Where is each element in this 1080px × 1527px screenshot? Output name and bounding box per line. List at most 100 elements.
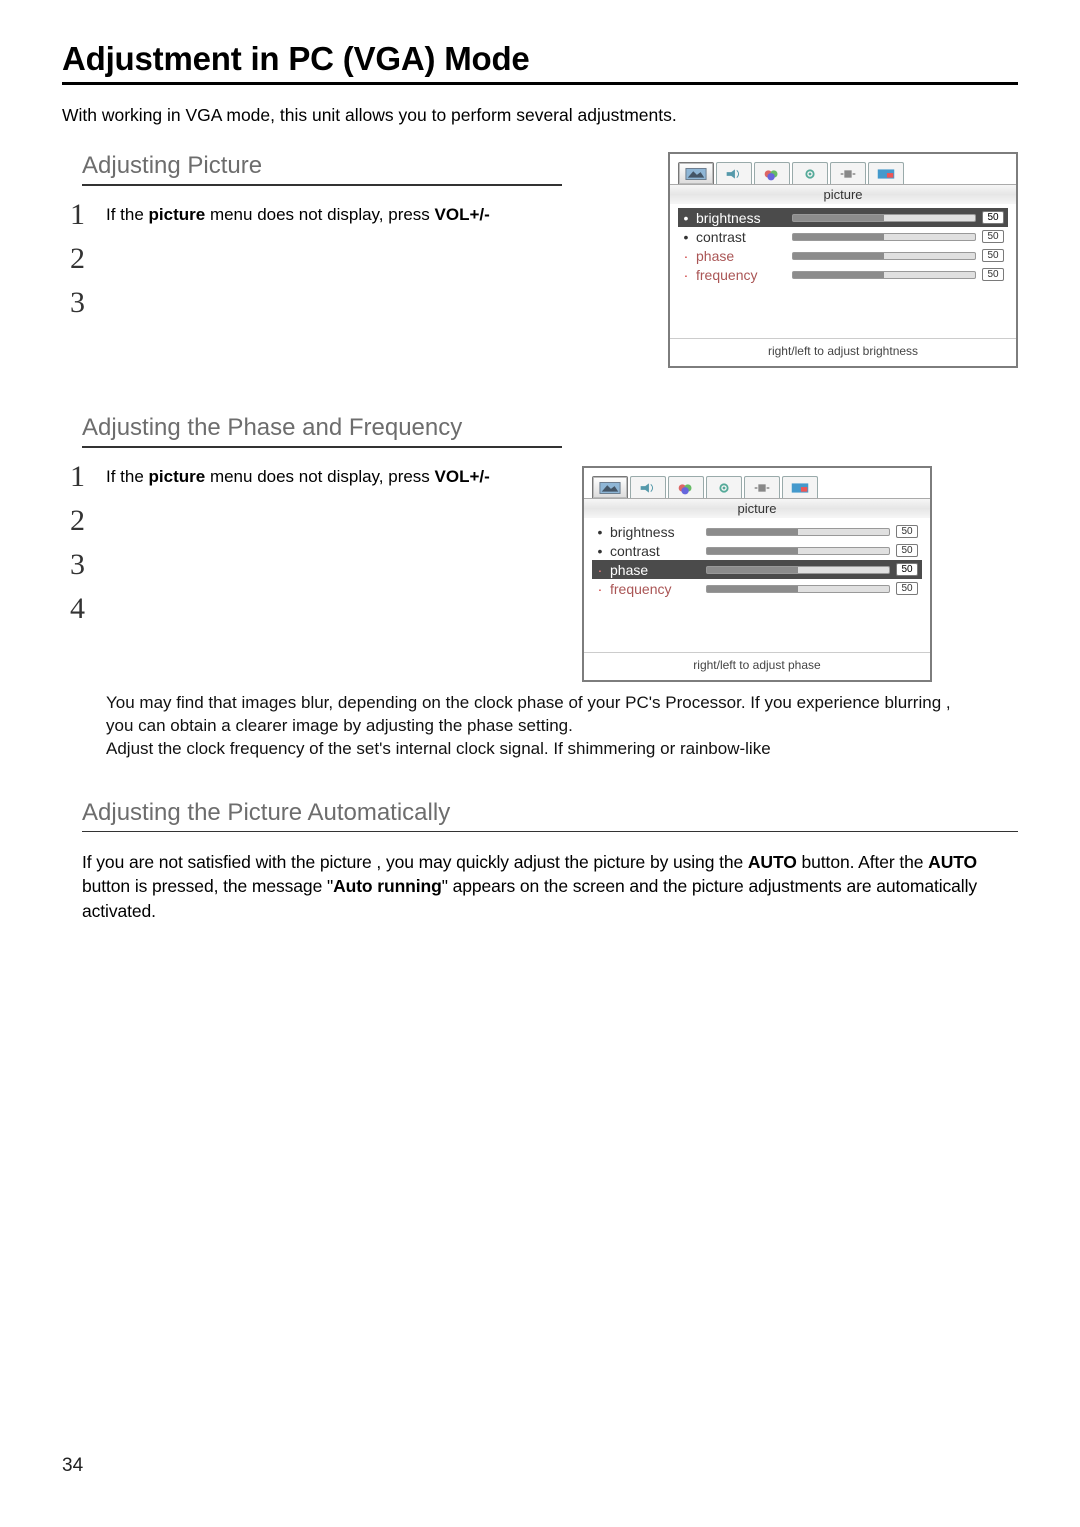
osd-row-frequency[interactable]: · frequency 50	[592, 579, 922, 598]
osd-tabbar	[584, 468, 930, 498]
step-1: 1 If the picture menu does not display, …	[62, 466, 552, 500]
osd-tabbar	[670, 154, 1016, 184]
step-number: 4	[70, 592, 85, 626]
step-2: 2	[62, 510, 552, 544]
section1-rule	[82, 184, 562, 186]
osd-hint: right/left to adjust phase	[584, 652, 930, 680]
bullet-icon: ·	[596, 581, 604, 597]
slider-bar[interactable]	[706, 585, 890, 593]
osd-row-brightness[interactable]: • brightness 50	[592, 522, 922, 541]
bullet-icon: ·	[682, 267, 690, 283]
row-label: contrast	[696, 229, 786, 245]
note-line-3: Adjust the clock frequency of the set's …	[106, 739, 771, 758]
bullet-icon: •	[596, 543, 604, 559]
step1-bold1: picture	[149, 205, 206, 224]
bullet-icon: •	[596, 524, 604, 540]
intro-text: With working in VGA mode, this unit allo…	[62, 105, 1018, 126]
row-label: frequency	[610, 581, 700, 597]
tab-picture-icon[interactable]	[678, 162, 714, 184]
tab-geometry-icon[interactable]	[744, 476, 780, 498]
slider-bar[interactable]	[706, 566, 890, 574]
row-label: phase	[696, 248, 786, 264]
osd-rows: • brightness 50 • contrast 50 · phase 50	[584, 518, 930, 652]
osd-panel-1: picture • brightness 50 • contrast 50 · …	[668, 152, 1018, 368]
step-number: 3	[70, 548, 85, 582]
slider-bar[interactable]	[706, 528, 890, 536]
tab-pip-icon[interactable]	[782, 476, 818, 498]
row-label: contrast	[610, 543, 700, 559]
osd-row-contrast[interactable]: • contrast 50	[592, 541, 922, 560]
slider-bar[interactable]	[792, 271, 976, 279]
value-box: 50	[896, 563, 918, 576]
auto-b2: AUTO	[928, 852, 977, 872]
page-title: Adjustment in PC (VGA) Mode	[62, 40, 1018, 78]
section-auto: Adjusting the Picture Automatically If y…	[62, 799, 1018, 924]
osd-row-brightness[interactable]: • brightness 50	[678, 208, 1008, 227]
step-number: 2	[70, 504, 85, 538]
slider-bar[interactable]	[792, 233, 976, 241]
section-phase-frequency: Adjusting the Phase and Frequency 1 If t…	[62, 414, 1018, 761]
note-line-2: you can obtain a clearer image by adjust…	[106, 716, 573, 735]
step1-mid: menu does not display, press	[205, 467, 434, 486]
step-2: 2	[62, 248, 552, 282]
osd-tabname: picture	[670, 184, 1016, 204]
auto-b1: AUTO	[748, 852, 797, 872]
step1-bold2: VOL+/-	[435, 467, 490, 486]
value-box: 50	[982, 268, 1004, 281]
osd-row-frequency[interactable]: · frequency 50	[678, 265, 1008, 284]
section2-heading: Adjusting the Phase and Frequency	[82, 414, 1018, 442]
tab-geometry-icon[interactable]	[830, 162, 866, 184]
title-rule	[62, 82, 1018, 85]
value-box: 50	[982, 230, 1004, 243]
step1-pre: If the	[106, 205, 149, 224]
bullet-icon: •	[682, 210, 690, 226]
step-1: 1 If the picture menu does not display, …	[62, 204, 552, 238]
value-box: 50	[982, 249, 1004, 262]
note-line-1: You may find that images blur, depending…	[106, 693, 951, 712]
value-box: 50	[896, 544, 918, 557]
value-box: 50	[982, 211, 1004, 224]
tab-color-icon[interactable]	[668, 476, 704, 498]
tab-settings-icon[interactable]	[792, 162, 828, 184]
slider-bar[interactable]	[792, 252, 976, 260]
tab-picture-icon[interactable]	[592, 476, 628, 498]
section-adjusting-picture: Adjusting Picture 1 If the picture menu …	[62, 152, 1018, 368]
tab-color-icon[interactable]	[754, 162, 790, 184]
tab-sound-icon[interactable]	[630, 476, 666, 498]
tab-pip-icon[interactable]	[868, 162, 904, 184]
step-number: 2	[70, 242, 85, 276]
row-label: frequency	[696, 267, 786, 283]
auto-mid: button. After the	[797, 852, 928, 872]
page-number: 34	[62, 1455, 83, 1477]
auto-paragraph: If you are not satisfied with the pictur…	[82, 850, 1018, 924]
step-number: 3	[70, 286, 85, 320]
auto-pre: If you are not satisfied with the pictur…	[82, 852, 748, 872]
osd-row-phase[interactable]: · phase 50	[592, 560, 922, 579]
bullet-icon: •	[682, 229, 690, 245]
section1-heading: Adjusting Picture	[82, 152, 638, 180]
osd-row-phase[interactable]: · phase 50	[678, 246, 1008, 265]
tab-settings-icon[interactable]	[706, 476, 742, 498]
bullet-icon: ·	[596, 562, 604, 578]
osd-row-contrast[interactable]: • contrast 50	[678, 227, 1008, 246]
bullet-icon: ·	[682, 248, 690, 264]
osd-tabname: picture	[584, 498, 930, 518]
step1-bold2: VOL+/-	[435, 205, 490, 224]
value-box: 50	[896, 525, 918, 538]
tab-sound-icon[interactable]	[716, 162, 752, 184]
section3-heading: Adjusting the Picture Automatically	[82, 799, 1018, 827]
section3-rule	[82, 831, 1018, 832]
note-paragraph: You may find that images blur, depending…	[106, 692, 1018, 761]
step1-pre: If the	[106, 467, 149, 486]
step-3: 3	[62, 292, 552, 326]
step-3: 3	[62, 554, 552, 588]
value-box: 50	[896, 582, 918, 595]
auto-mid2: button is pressed, the message "	[82, 876, 333, 896]
slider-bar[interactable]	[706, 547, 890, 555]
step-4: 4	[62, 598, 552, 632]
section2-rule	[82, 446, 562, 448]
row-label: brightness	[696, 210, 786, 226]
slider-bar[interactable]	[792, 214, 976, 222]
step1-mid: menu does not display, press	[205, 205, 434, 224]
step-number: 1	[70, 460, 85, 494]
